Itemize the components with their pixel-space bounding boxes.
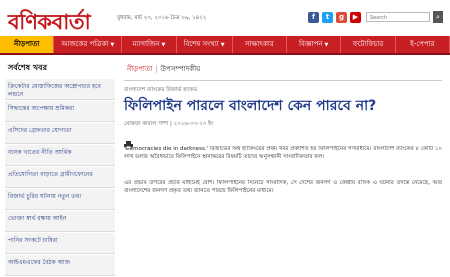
nav-item-5[interactable]: বিজ্ঞাপন ▼	[287, 36, 342, 53]
nav-item-4[interactable]: সাক্ষাৎকার	[233, 36, 287, 53]
chevron-down-icon: ▼	[324, 42, 329, 48]
latest-news-item[interactable]: আইএমএফের বৈঠক আজ	[5, 255, 115, 276]
nav-item-label: বিজ্ঞাপন	[298, 40, 323, 48]
chevron-down-icon: ▼	[110, 42, 115, 48]
nav-item-label: ই-পেপার	[410, 40, 435, 48]
latest-news-sidebar: সর্বশেষ খবর ক্রিকেটার মোস্তাফিজের অস্ত্র…	[5, 58, 115, 277]
breadcrumb-separator: |	[155, 65, 158, 73]
article-area: নীড়পাতা | উপসম্পাদকীয় বাংলাদেশ ব্যাংকের …	[124, 58, 442, 214]
breadcrumb: নীড়পাতা | উপসম্পাদকীয়	[124, 58, 442, 81]
latest-news-item[interactable]: সিদ্ধান্তের অপেক্ষায় শ্রমিকরা	[5, 101, 115, 122]
latest-news-item[interactable]: রিজার্ভ চুরির ঘটনায় নতুন তথ্য	[5, 189, 115, 210]
facebook-icon[interactable]: f	[308, 12, 319, 23]
latest-news-item[interactable]: ক্রিকেটার মোস্তাফিজের অস্ত্রোপচার হবে লন…	[5, 79, 115, 100]
latest-news-list: ক্রিকেটার মোস্তাফিজের অস্ত্রোপচার হবে লন…	[5, 79, 115, 276]
chevron-down-icon: ▼	[161, 42, 166, 48]
chevron-down-icon: ▼	[220, 42, 225, 48]
youtube-icon[interactable]: ▶	[350, 12, 361, 23]
site-header: বণিকবার্তা বুধবার, মার্চ ২৩, ২০১৬ চৈত্র …	[0, 0, 450, 36]
nav-item-3[interactable]: বিশেষ সংখ্যা ▼	[177, 36, 233, 53]
latest-news-item[interactable]: ব্যাংক খাতের নীতি আর্থিক	[5, 145, 115, 166]
print-icon[interactable]	[124, 134, 133, 150]
article-paragraph: এর প্রভাব উপরের প্রচার মাধ্যমেই বেশি। ফি…	[124, 180, 442, 194]
nav-item-label: বিশেষ সংখ্যা	[183, 40, 219, 48]
search-input[interactable]: Search	[366, 12, 430, 22]
nav-item-label: ম্যাগাজিন	[132, 40, 160, 48]
sidebar-title: সর্বশেষ খবর	[8, 63, 47, 72]
search-icon[interactable]: ⌕	[433, 11, 443, 23]
twitter-icon[interactable]: t	[322, 12, 333, 23]
nav-item-label: ফটোফিচার	[352, 40, 384, 48]
nav-item-label: নীড়পাতা	[14, 40, 40, 48]
nav-item-6[interactable]: ফটোফিচার	[341, 36, 396, 53]
latest-news-item[interactable]: পানির সংকটে চাষিরা	[5, 233, 115, 254]
article-body: 'Democracies die in darkness.' রিজার্ভের…	[124, 146, 442, 210]
nav-item-2[interactable]: ম্যাগাজিন ▼	[122, 36, 177, 53]
latest-news-item[interactable]: প্রতিযোগিতা বাড়াতে গ্রামীণফোনের	[5, 167, 115, 188]
nav-item-7[interactable]: ই-পেপার	[396, 36, 450, 53]
breadcrumb-home[interactable]: নীড়পাতা	[127, 65, 152, 73]
article-kicker: বাংলাদেশ ব্যাংকের রিজার্ভ হ্যাকড	[124, 87, 198, 93]
nav-item-label: আজকের পত্রিকা	[61, 40, 109, 48]
article-headline: ফিলিপাইন পারলে বাংলাদেশ কেন পারবে না?	[124, 98, 377, 114]
google-plus-icon[interactable]: g	[336, 12, 347, 23]
nav-item-label: সাক্ষাৎকার	[244, 40, 274, 48]
nav-item-0[interactable]: নীড়পাতা	[0, 36, 55, 53]
article-paragraph: 'Democracies die in darkness.' রিজার্ভের…	[124, 146, 442, 160]
breadcrumb-section[interactable]: উপসম্পাদকীয়	[161, 65, 201, 73]
main-nav: নীড়পাতা আজকের পত্রিকা ▼ ম্যাগাজিন ▼ বিশেষ সং…	[0, 36, 450, 55]
latest-news-item[interactable]: ভোক্তা স্বার্থ রক্ষায় আইন	[5, 211, 115, 232]
article-byline: মোস্তফা কামাল পাশা | ২০১৬-০৩-২৩ ইং	[124, 121, 214, 127]
date-line: বুধবার, মার্চ ২৩, ২০১৬ চৈত্র ০৯, ১৪২২	[117, 15, 207, 21]
latest-news-item[interactable]: এসিদের গ্রেফতার যোগ্যতা	[5, 123, 115, 144]
nav-item-1[interactable]: আজকের পত্রিকা ▼	[54, 36, 123, 53]
